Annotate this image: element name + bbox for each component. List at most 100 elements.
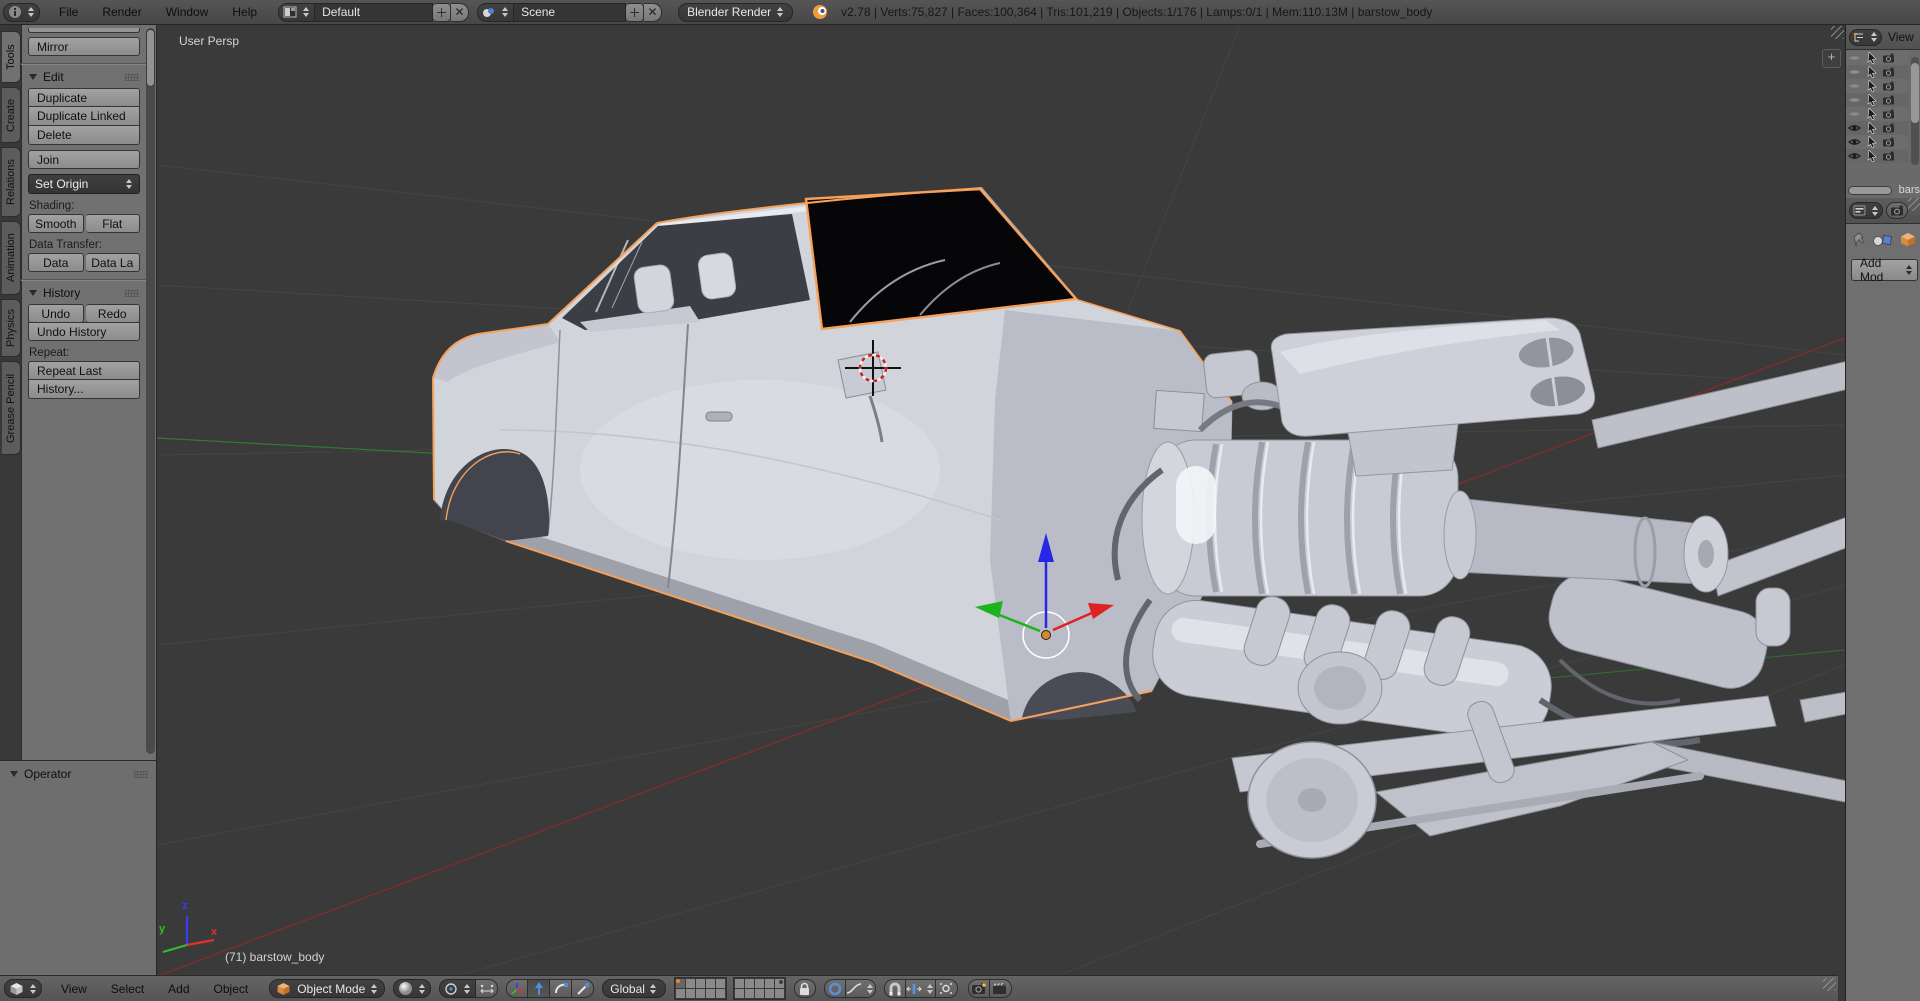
camera-icon[interactable] bbox=[1882, 151, 1895, 161]
eye-icon[interactable] bbox=[1848, 53, 1861, 63]
duplicate-button[interactable]: Duplicate bbox=[28, 88, 140, 107]
transform-orientation-dropdown[interactable]: Global bbox=[602, 979, 666, 998]
menu-select[interactable]: Select bbox=[100, 982, 155, 996]
pivot-point-dropdown[interactable] bbox=[439, 979, 476, 998]
cursor-arrow-icon[interactable] bbox=[1866, 122, 1877, 134]
layer-cell[interactable] bbox=[696, 979, 705, 988]
layer-cell[interactable] bbox=[735, 979, 744, 988]
layer-cell[interactable] bbox=[775, 979, 784, 988]
eye-icon[interactable] bbox=[1848, 137, 1861, 147]
falloff-dropdown[interactable] bbox=[846, 979, 876, 998]
edit-panel-header[interactable]: Edit bbox=[27, 70, 141, 84]
viewport-3d[interactable]: User Persp (71) barstow_body x y z + bbox=[157, 25, 1845, 975]
set-origin-dropdown[interactable]: Set Origin bbox=[28, 174, 140, 194]
eye-icon[interactable] bbox=[1848, 109, 1861, 119]
cursor-arrow-icon[interactable] bbox=[1866, 108, 1877, 120]
tab-grease-pencil[interactable]: Grease Pencil bbox=[2, 361, 21, 455]
outliner-scrollbar[interactable] bbox=[1911, 63, 1919, 123]
menu-render[interactable]: Render bbox=[91, 5, 152, 19]
layer-cell[interactable] bbox=[775, 989, 784, 998]
outliner-row[interactable] bbox=[1846, 65, 1908, 79]
camera-icon[interactable] bbox=[1882, 137, 1895, 147]
cursor-arrow-icon[interactable] bbox=[1866, 52, 1877, 64]
lock-to-scene-toggle[interactable] bbox=[794, 979, 816, 998]
menu-object[interactable]: Object bbox=[203, 982, 260, 996]
snap-toggle-button[interactable] bbox=[884, 979, 906, 998]
region-resize-corner[interactable] bbox=[1823, 978, 1836, 991]
operator-panel-header[interactable]: Operator bbox=[8, 767, 150, 781]
tab-create[interactable]: Create bbox=[2, 87, 21, 143]
menu-help[interactable]: Help bbox=[221, 5, 268, 19]
layer-cell[interactable] bbox=[755, 979, 764, 988]
join-button[interactable]: Join bbox=[28, 150, 140, 169]
screen-layout-name-field[interactable]: Default bbox=[315, 3, 433, 22]
layer-cell[interactable] bbox=[706, 989, 715, 998]
tool-shelf-scrollbar-track[interactable] bbox=[146, 28, 155, 754]
menu-file[interactable]: File bbox=[48, 5, 89, 19]
opengl-render-image-button[interactable] bbox=[968, 979, 990, 998]
add-scene-button[interactable]: ＋ bbox=[626, 3, 644, 22]
layer-cell[interactable] bbox=[716, 989, 725, 998]
data-layout-transfer-button[interactable]: Data La bbox=[86, 253, 141, 272]
scene-name-field[interactable]: Scene bbox=[514, 3, 626, 22]
outliner-row[interactable] bbox=[1846, 149, 1908, 163]
snap-target-button[interactable] bbox=[936, 979, 958, 998]
region-resize-corner[interactable] bbox=[1831, 26, 1844, 39]
cursor-arrow-icon[interactable] bbox=[1866, 94, 1877, 106]
repeat-last-button[interactable]: Repeat Last bbox=[28, 361, 140, 380]
tab-physics[interactable]: Physics bbox=[2, 299, 21, 357]
camera-icon[interactable] bbox=[1882, 123, 1895, 133]
layer-cell[interactable] bbox=[765, 979, 774, 988]
layer-cell[interactable] bbox=[716, 979, 725, 988]
pin-icon[interactable] bbox=[1852, 232, 1866, 247]
render-engine-dropdown[interactable]: Blender Render bbox=[678, 3, 793, 22]
editor-type-properties-button[interactable] bbox=[1849, 202, 1883, 219]
eye-icon[interactable] bbox=[1848, 81, 1861, 91]
outliner-row[interactable] bbox=[1846, 79, 1908, 93]
add-layout-button[interactable]: ＋ bbox=[433, 3, 451, 22]
shade-smooth-button[interactable]: Smooth bbox=[28, 214, 84, 233]
screen-layout-icon-button[interactable] bbox=[278, 3, 315, 22]
snap-element-dropdown[interactable] bbox=[906, 979, 936, 998]
layer-cell[interactable] bbox=[676, 979, 685, 988]
cursor-arrow-icon[interactable] bbox=[1866, 80, 1877, 92]
tab-relations[interactable]: Relations bbox=[2, 147, 21, 217]
cursor-arrow-icon[interactable] bbox=[1866, 136, 1877, 148]
orange-cube-icon[interactable] bbox=[1900, 232, 1916, 247]
editor-type-3dview-button[interactable] bbox=[4, 979, 42, 998]
outliner-view-menu[interactable]: View bbox=[1882, 30, 1920, 44]
scene-icon-button[interactable] bbox=[477, 3, 514, 22]
scale-manipulator-button[interactable] bbox=[572, 979, 594, 998]
layer-cell[interactable] bbox=[686, 989, 695, 998]
layer-cell[interactable] bbox=[735, 989, 744, 998]
layer-cell[interactable] bbox=[706, 979, 715, 988]
eye-icon[interactable] bbox=[1848, 95, 1861, 105]
undo-button[interactable]: Undo bbox=[28, 304, 84, 323]
camera-icon[interactable] bbox=[1882, 53, 1895, 63]
camera-icon[interactable] bbox=[1882, 109, 1895, 119]
camera-icon[interactable] bbox=[1882, 81, 1895, 91]
editor-type-info-button[interactable] bbox=[3, 3, 40, 22]
clipped-button[interactable] bbox=[28, 28, 140, 33]
remove-scene-button[interactable]: ✕ bbox=[644, 3, 662, 22]
car-body-mesh[interactable] bbox=[433, 188, 1232, 721]
layer-cell[interactable] bbox=[745, 989, 754, 998]
viewport-shading-dropdown[interactable] bbox=[393, 979, 431, 998]
proportional-edit-button[interactable] bbox=[824, 979, 846, 998]
camera-icon[interactable] bbox=[1882, 67, 1895, 77]
layer-cell[interactable] bbox=[686, 979, 695, 988]
panel-drag-handle[interactable] bbox=[134, 771, 148, 778]
opengl-render-animation-button[interactable] bbox=[990, 979, 1012, 998]
tab-animation[interactable]: Animation bbox=[2, 221, 21, 295]
menu-add[interactable]: Add bbox=[157, 982, 200, 996]
redo-button[interactable]: Redo bbox=[86, 304, 141, 323]
outliner-row[interactable] bbox=[1846, 51, 1908, 65]
eye-icon[interactable] bbox=[1848, 67, 1861, 77]
undo-history-button[interactable]: Undo History bbox=[28, 322, 140, 341]
open-properties-region-button[interactable]: + bbox=[1822, 49, 1841, 68]
render-tab-button[interactable] bbox=[1886, 202, 1908, 219]
data-transfer-button[interactable]: Data bbox=[28, 253, 84, 272]
eye-icon[interactable] bbox=[1848, 151, 1861, 161]
panel-drag-handle[interactable] bbox=[125, 74, 139, 81]
eye-icon[interactable] bbox=[1848, 123, 1861, 133]
